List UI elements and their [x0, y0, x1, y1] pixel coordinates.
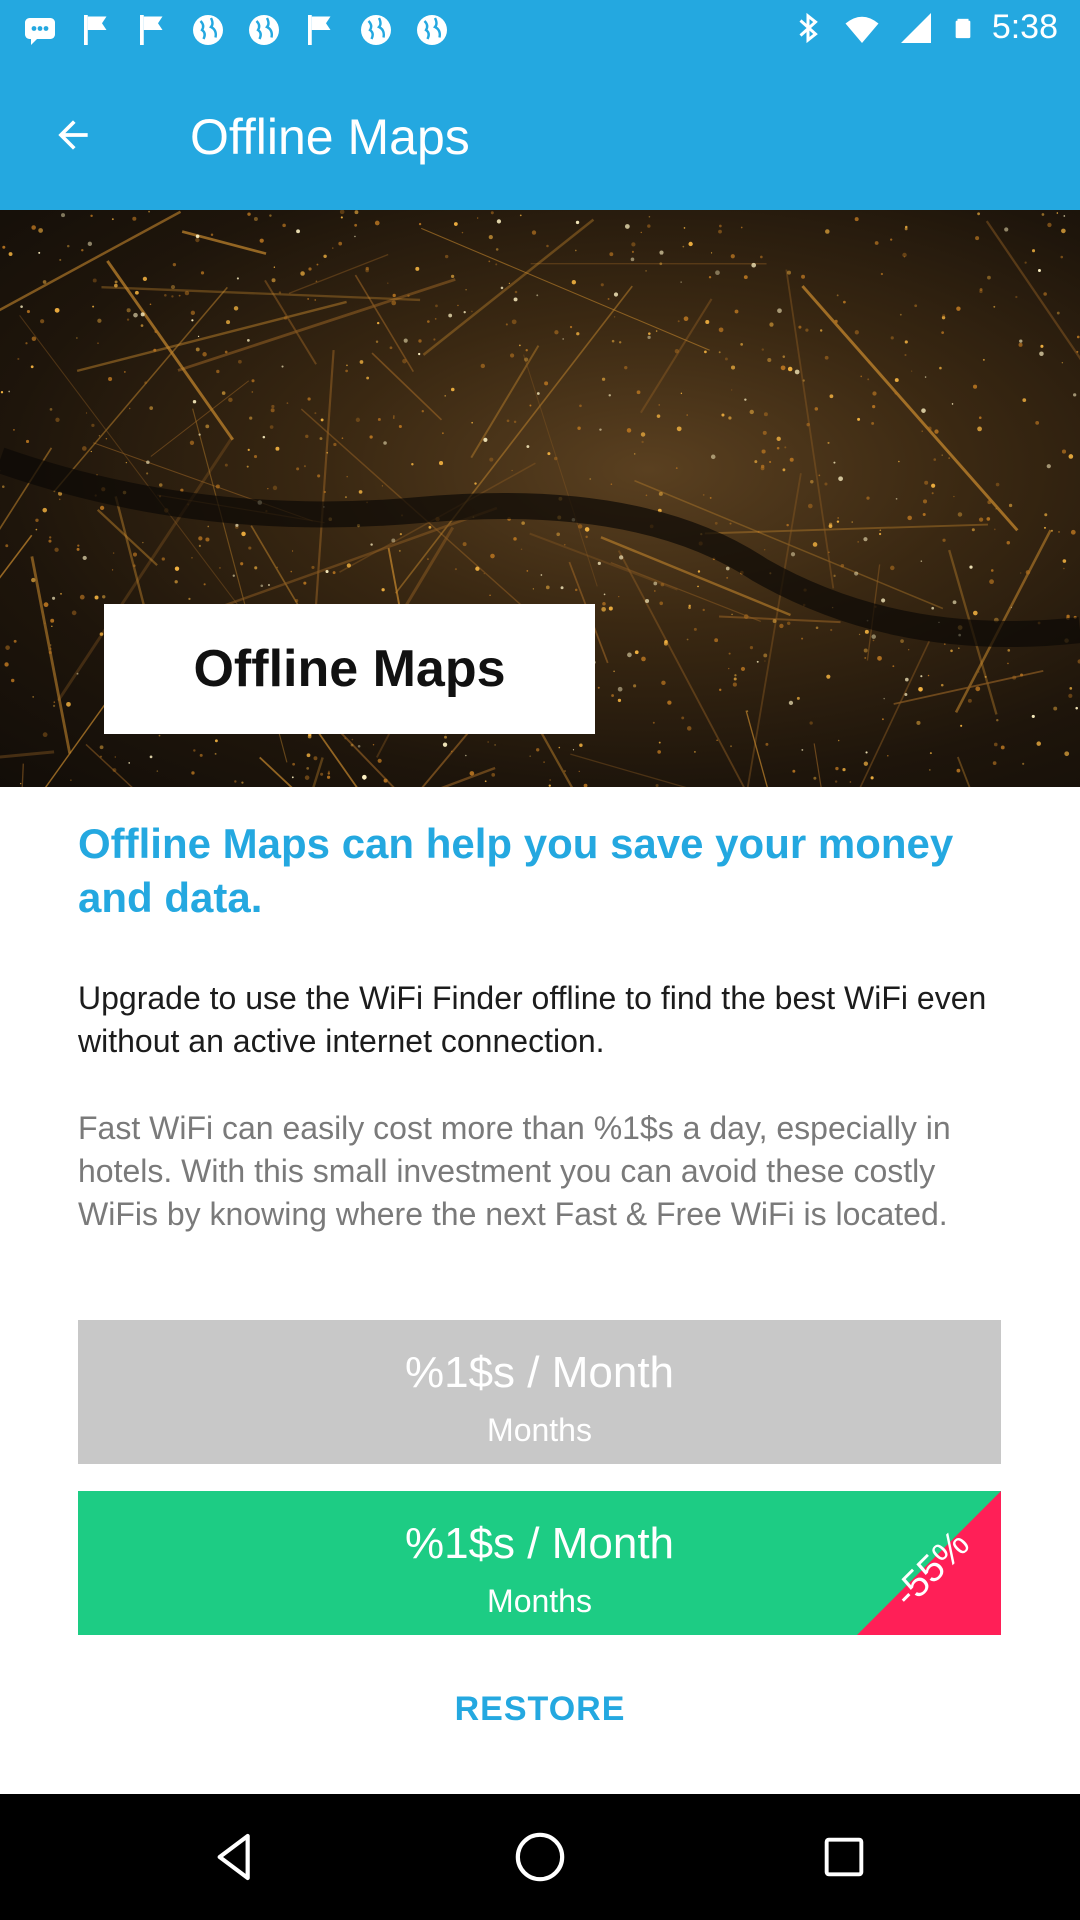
headline: Offline Maps can help you save your mone… [78, 820, 954, 921]
plan-price: %1$s / Month [404, 1348, 675, 1397]
back-button[interactable] [40, 102, 106, 168]
globe-icon [249, 15, 279, 45]
wifi-icon [845, 16, 879, 43]
flag-icon [84, 15, 107, 45]
plan-option-discounted[interactable]: %1$s / Month Months -55% [78, 1491, 1001, 1635]
nav-home-button[interactable] [500, 1822, 580, 1892]
recents-square-icon [824, 1837, 864, 1877]
flag-icon [140, 15, 163, 45]
plan-period: Months [487, 1412, 592, 1448]
status-bar: 5:38 [0, 0, 1080, 62]
home-circle-icon [515, 1832, 565, 1882]
system-status-icons: 5:38 [790, 8, 1058, 47]
secondary-paragraph: Fast WiFi can easily cost more than %1$s… [78, 1110, 951, 1232]
signal-icon [900, 12, 931, 43]
message-icon [25, 18, 55, 45]
plan-option-monthly[interactable]: %1$s / Month Months [78, 1320, 1001, 1464]
back-triangle-icon [217, 1833, 250, 1881]
notification-icons [22, 12, 450, 48]
hero-label: Offline Maps [104, 604, 595, 734]
description-paragraph: Upgrade to use the WiFi Finder offline t… [78, 980, 987, 1059]
battery-icon [955, 18, 971, 38]
globe-icon [193, 15, 223, 45]
restore-button[interactable]: RESTORE [0, 1690, 1080, 1729]
bluetooth-icon [799, 12, 818, 43]
nav-recents-button[interactable] [804, 1822, 884, 1892]
nav-back-button[interactable] [196, 1822, 276, 1892]
app-bar: Offline Maps [0, 62, 1080, 210]
globe-icon [417, 15, 447, 45]
arrow-back-icon [58, 120, 88, 150]
system-nav-bar [0, 1794, 1080, 1920]
page-title: Offline Maps [190, 109, 470, 165]
hero-city-lights-image: Offline Maps [0, 210, 1080, 787]
status-time: 5:38 [991, 8, 1058, 46]
globe-icon [361, 15, 391, 45]
flag-icon [308, 15, 331, 45]
